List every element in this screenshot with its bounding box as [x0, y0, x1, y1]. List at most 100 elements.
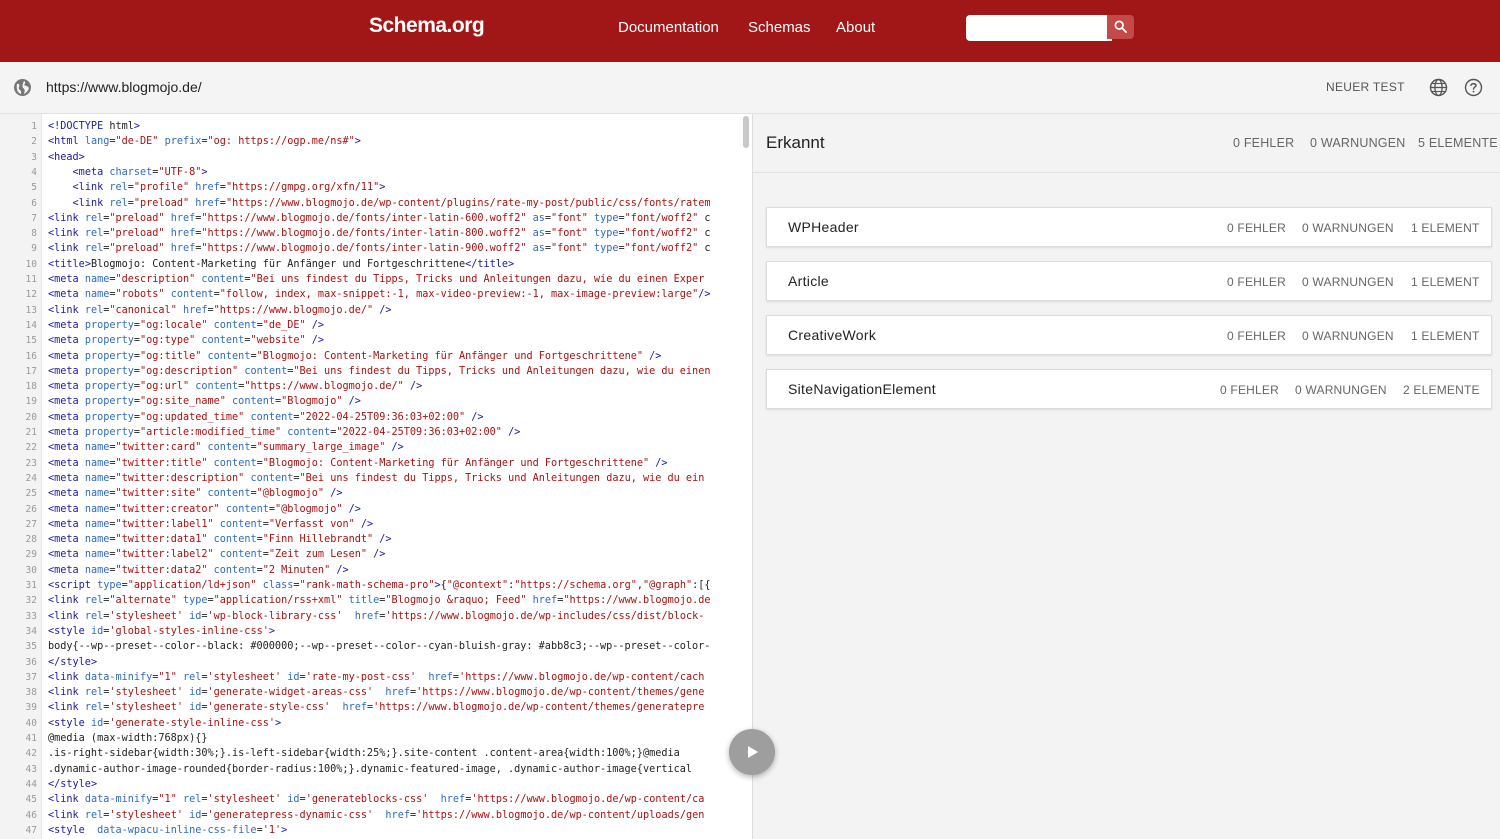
line-number: 24 — [25, 472, 37, 484]
code-line-text: <meta property="og:url" content="https:/… — [48, 381, 423, 393]
code-line-text: <meta charset="UTF-8"> — [72, 166, 208, 178]
code-line-text: <meta name="robots" content="follow, ind… — [48, 289, 711, 301]
top-navigation-bar: Schema.org Documentation Schemas About — [0, 0, 1500, 62]
results-panel: Erkannt 0 FEHLER 0 WARNUNGEN 5 ELEMENTE … — [753, 114, 1500, 839]
editor-scrollbar[interactable] — [743, 116, 749, 148]
nav-schemas-link[interactable]: Schemas — [748, 19, 811, 36]
code-line-text: <link rel="preload" href="https://www.bl… — [48, 243, 711, 255]
code-line-text: </style> — [48, 778, 98, 790]
line-number: 25 — [25, 488, 37, 500]
result-elements: 2 ELEMENTE — [1403, 383, 1480, 397]
line-number: 47 — [25, 824, 37, 836]
code-line-text: .is-right-sidebar{width:30%;}.is-left-si… — [48, 748, 680, 760]
code-line-text: <link rel="preload" href="https://www.bl… — [72, 197, 711, 209]
line-number: 26 — [25, 503, 37, 515]
search-input[interactable] — [966, 15, 1112, 41]
code-line-text: <script type="application/ld+json" class… — [48, 580, 711, 591]
line-number: 13 — [25, 304, 37, 316]
line-number: 46 — [25, 809, 37, 821]
results-title: Erkannt — [766, 133, 825, 152]
search-icon — [1114, 20, 1127, 33]
code-line-text: <meta property="og:title" content="Blogm… — [48, 350, 662, 362]
result-elements: 1 ELEMENT — [1411, 275, 1480, 289]
result-warnings: 0 WARNUNGEN — [1302, 329, 1394, 343]
line-number: 10 — [25, 258, 37, 270]
result-elements: 1 ELEMENT — [1411, 329, 1480, 343]
code-line-text: <link rel="preload" href="https://www.bl… — [48, 212, 711, 224]
schema-org-logo[interactable]: Schema.org — [369, 14, 485, 38]
help-icon[interactable] — [1464, 78, 1483, 97]
total-warnings: 0 WARNUNGEN — [1310, 136, 1406, 150]
line-number: 9 — [31, 243, 37, 255]
code-line-text: <link rel='stylesheet' id='generate-widg… — [48, 687, 705, 699]
line-number: 12 — [25, 289, 37, 301]
line-number: 34 — [25, 625, 37, 637]
result-card-sitenavigationelement[interactable]: SiteNavigationElement 0 FEHLER 0 WARNUNG… — [766, 369, 1492, 409]
code-line-text: <title>Blogmojo: Content-Marketing für A… — [48, 258, 515, 270]
run-test-button[interactable] — [729, 729, 775, 775]
result-errors: 0 FEHLER — [1227, 221, 1286, 235]
search-button[interactable] — [1107, 15, 1134, 39]
line-number: 40 — [25, 717, 37, 729]
line-number: 44 — [25, 778, 37, 790]
line-number: 29 — [25, 549, 37, 561]
line-number: 2 — [31, 136, 37, 148]
code-line-text: <!DOCTYPE html> — [48, 121, 141, 132]
code-line-text: <meta name="twitter:card" content="summa… — [48, 442, 404, 454]
code-line-text: <meta name="twitter:data2" content="2 Mi… — [48, 564, 349, 576]
code-line-text: <meta property="og:type" content="websit… — [48, 335, 325, 347]
line-number: 31 — [25, 580, 37, 591]
code-line-text: <link rel="alternate" type="application/… — [48, 595, 711, 607]
code-line-text: <meta name="twitter:label2" content="Zei… — [48, 549, 386, 561]
line-number: 11 — [25, 274, 37, 285]
line-number: 37 — [25, 671, 37, 683]
total-errors: 0 FEHLER — [1233, 136, 1295, 150]
result-card-creativework[interactable]: CreativeWork 0 FEHLER 0 WARNUNGEN 1 ELEM… — [766, 315, 1492, 355]
result-warnings: 0 WARNUNGEN — [1302, 221, 1394, 235]
line-number: 23 — [25, 457, 37, 469]
tested-url[interactable]: https://www.blogmojo.de/ — [46, 79, 202, 95]
line-number: 22 — [25, 442, 37, 454]
line-number: 19 — [25, 396, 37, 408]
line-number: 4 — [31, 166, 37, 178]
code-line-text: <style id='global-styles-inline-css'> — [48, 625, 275, 637]
line-number: 43 — [25, 763, 37, 775]
nav-about-link[interactable]: About — [836, 19, 875, 36]
code-line-text: <html lang="de-DE" prefix="og: https://o… — [48, 136, 361, 148]
globe-icon — [14, 79, 31, 96]
line-number: 27 — [25, 518, 37, 530]
code-line-text: .dynamic-author-image-rounded{border-rad… — [48, 763, 693, 775]
code-line-text: <meta name="twitter:site" content="@blog… — [48, 488, 343, 500]
code-line-text: <style data-wpacu-inline-css-file='1'> — [48, 824, 288, 836]
line-number: 7 — [31, 212, 37, 224]
result-errors: 0 FEHLER — [1227, 275, 1286, 289]
result-warnings: 0 WARNUNGEN — [1302, 275, 1394, 289]
line-number: 28 — [25, 534, 37, 546]
code-line-text: <meta name="twitter:data1" content="Finn… — [48, 534, 392, 546]
line-number: 8 — [31, 228, 37, 240]
code-line-text: <link rel="preload" href="https://www.bl… — [48, 228, 711, 240]
source-code-editor[interactable]: 1 <!DOCTYPE html> 2 <html lang="de-DE" pref… — [0, 114, 752, 839]
line-number: 18 — [25, 381, 37, 393]
nav-documentation-link[interactable]: Documentation — [618, 19, 719, 36]
code-line-text: <meta name="twitter:creator" content="@b… — [48, 503, 361, 515]
code-line-text: <meta property="article:modified_time" c… — [48, 427, 521, 438]
code-line-text: <link data-minify="1" rel='stylesheet' i… — [48, 794, 705, 806]
code-line-text: <meta property="og:locale" content="de_D… — [48, 319, 325, 331]
total-elements: 5 ELEMENTE — [1418, 136, 1498, 150]
code-line-text: <meta property="og:updated_time" content… — [48, 411, 484, 423]
code-line-text: <meta name="twitter:title" content="Blog… — [48, 457, 668, 469]
result-card-wpheader[interactable]: WPHeader 0 FEHLER 0 WARNUNGEN 1 ELEMENT — [766, 207, 1492, 247]
result-card-article[interactable]: Article 0 FEHLER 0 WARNUNGEN 1 ELEMENT — [766, 261, 1492, 301]
code-line-text: @media (max-width:768px){} — [48, 733, 208, 744]
new-test-button[interactable]: NEUER TEST — [1326, 80, 1405, 94]
line-number: 35 — [25, 641, 37, 653]
language-icon[interactable] — [1429, 78, 1448, 97]
result-errors: 0 FEHLER — [1227, 329, 1286, 343]
code-line-text: body{--wp--preset--color--black: #000000… — [48, 641, 711, 653]
line-number: 42 — [25, 748, 37, 760]
result-errors: 0 FEHLER — [1220, 383, 1279, 397]
result-type-name: SiteNavigationElement — [788, 381, 936, 397]
code-line-text: <head> — [48, 151, 85, 163]
code-line-text: <meta name="twitter:description" content… — [48, 472, 705, 484]
